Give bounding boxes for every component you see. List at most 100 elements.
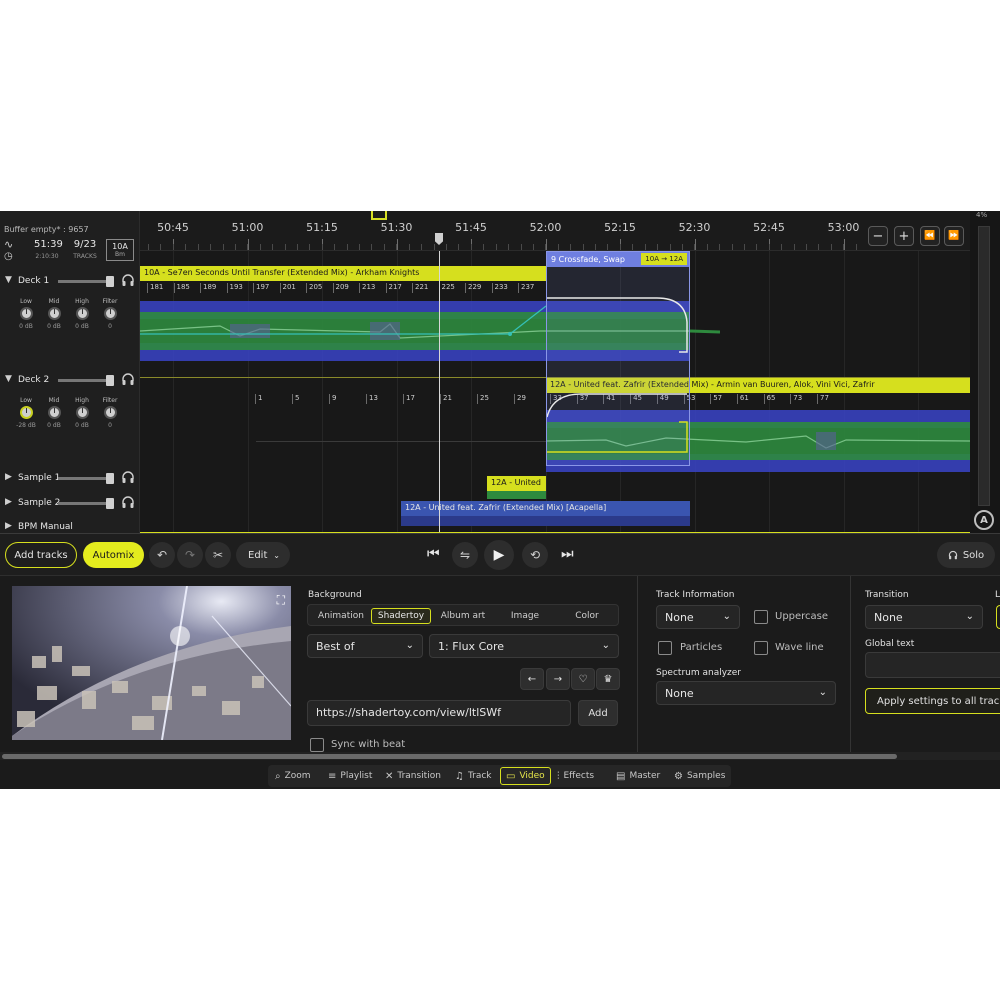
sync-with-beat-checkbox[interactable] <box>310 738 324 752</box>
tab-image[interactable]: Image <box>495 608 555 624</box>
nav-zoom[interactable]: ⌕ Zoom <box>270 767 316 785</box>
scrollbar-thumb[interactable] <box>2 754 897 759</box>
chevron-right-icon[interactable]: ▶ <box>5 497 12 507</box>
ruler-minor-tick <box>223 244 224 250</box>
favorite-heart-icon[interactable]: ♡ <box>571 668 595 690</box>
sample-1-volume-fader[interactable] <box>58 473 114 484</box>
nav-video[interactable]: ▭ Video <box>500 767 551 785</box>
ruler-minor-tick <box>458 244 459 250</box>
transition-extra-select[interactable] <box>996 605 1000 629</box>
tab-color[interactable]: Color <box>557 608 617 624</box>
nav-transition[interactable]: ✕ Transition <box>380 767 446 785</box>
chevron-right-icon[interactable]: ▶ <box>5 472 12 482</box>
tracks-area[interactable]: 10A - Se7en Seconds Until Transfer (Exte… <box>140 251 970 533</box>
previous-shader-icon[interactable]: ← <box>520 668 544 690</box>
shader-category-select[interactable]: Best of ⌄ <box>307 634 423 658</box>
nav-playlist[interactable]: ≡ Playlist <box>323 767 377 785</box>
key-badge[interactable]: 10A Bm <box>106 239 134 261</box>
eq-knob[interactable] <box>19 406 33 419</box>
beat-number: 233 <box>491 283 508 293</box>
add-url-button[interactable]: Add <box>578 700 618 726</box>
loop-marker[interactable] <box>371 211 387 220</box>
particles-checkbox[interactable] <box>658 641 672 655</box>
sample-1-clip[interactable]: 12A - United <box>487 476 546 491</box>
chevron-down-icon[interactable]: ▼ <box>5 275 12 285</box>
eq-knob-label: High <box>75 397 89 404</box>
previous-track-icon[interactable]: ⏮ <box>427 546 440 562</box>
crossfade-header[interactable]: 9 Crossfade, Swap 10A → 12A <box>547 252 689 267</box>
headphones-icon[interactable] <box>121 273 135 287</box>
rewind-button[interactable]: ⏪ <box>920 226 940 246</box>
sample-2-clip[interactable]: 12A - United feat. Zafrir (Extended Mix)… <box>401 501 690 516</box>
eq-knob[interactable] <box>75 307 89 320</box>
chevron-down-icon[interactable]: ▼ <box>5 374 12 384</box>
sample-2-header[interactable]: ▶ Sample 2 <box>0 494 140 514</box>
play-icon[interactable]: ▶ <box>484 540 514 570</box>
nav-track[interactable]: ♫ Track <box>450 767 497 785</box>
fader-handle[interactable] <box>106 498 114 509</box>
forward-button[interactable]: ⏩ <box>944 226 964 246</box>
solo-button[interactable]: Solo <box>937 542 995 568</box>
deck-1-header[interactable]: ▼ Deck 1 <box>0 272 140 292</box>
track-info-select[interactable]: None ⌄ <box>656 605 740 629</box>
deck-2-volume-fader[interactable] <box>58 375 114 386</box>
zoom-in-button[interactable]: + <box>894 226 914 246</box>
sample-1-header[interactable]: ▶ Sample 1 <box>0 469 140 489</box>
horizontal-scrollbar[interactable] <box>0 752 1000 760</box>
eq-knob[interactable] <box>47 307 61 320</box>
eq-knob[interactable] <box>103 406 117 419</box>
apply-to-all-button[interactable]: Apply settings to all tracks <box>865 688 1000 714</box>
sample-1-waveform[interactable] <box>487 491 546 499</box>
fader-handle[interactable] <box>106 473 114 484</box>
uppercase-checkbox[interactable] <box>754 610 768 624</box>
tab-animation[interactable]: Animation <box>311 608 371 624</box>
eq-knob[interactable] <box>19 307 33 320</box>
next-track-icon[interactable]: ⏭ <box>561 546 574 562</box>
eq-knob[interactable] <box>47 406 61 419</box>
fader-handle[interactable] <box>106 375 114 386</box>
deck-2-header[interactable]: ▼ Deck 2 <box>0 371 140 391</box>
shadertoy-url-input[interactable]: https://shadertoy.com/view/ltlSWf <box>307 700 571 726</box>
timeline-ruler[interactable]: 50:45 51:00 51:15 51:30 51:45 52:00 52:15 52:30… <box>140 211 1000 251</box>
spectrum-select[interactable]: None ⌄ <box>656 681 836 705</box>
next-shader-icon[interactable]: → <box>546 668 570 690</box>
edit-dropdown[interactable]: Edit ⌄ <box>236 542 290 568</box>
tab-album-art[interactable]: Album art <box>433 608 493 624</box>
eq-knob[interactable] <box>103 307 117 320</box>
global-text-input[interactable] <box>865 652 1000 678</box>
nav-master[interactable]: ▤ Master <box>611 767 665 785</box>
wave-line-checkbox[interactable] <box>754 641 768 655</box>
nav-samples[interactable]: ⚙ Samples <box>669 767 730 785</box>
deck-1-track-title[interactable]: 10A - Se7en Seconds Until Transfer (Exte… <box>140 266 546 281</box>
sync-icon[interactable]: ⇋ <box>452 542 478 568</box>
tab-shadertoy[interactable]: Shadertoy <box>371 608 431 624</box>
redo-icon[interactable]: ↷ <box>177 542 203 568</box>
ruler-minor-tick <box>173 244 174 250</box>
sample-2-waveform[interactable] <box>401 516 690 526</box>
fullscreen-icon[interactable]: ⛶ <box>277 593 285 608</box>
chevron-right-icon[interactable]: ▶ <box>5 521 12 531</box>
headphones-icon[interactable] <box>121 372 135 386</box>
transition-select[interactable]: None ⌄ <box>865 605 983 629</box>
video-preview[interactable]: ⛶ <box>12 586 291 740</box>
crossfade-curves[interactable] <box>547 292 691 467</box>
sample-2-volume-fader[interactable] <box>58 498 114 509</box>
playhead-line[interactable] <box>439 251 440 533</box>
add-tracks-button[interactable]: Add tracks <box>5 542 77 568</box>
headphones-icon[interactable] <box>121 470 135 484</box>
eq-knob[interactable] <box>75 406 89 419</box>
crossfade-region[interactable]: 9 Crossfade, Swap 10A → 12A <box>546 251 690 466</box>
fader-handle[interactable] <box>106 276 114 287</box>
deck-1-volume-fader[interactable] <box>58 276 114 287</box>
zoom-out-button[interactable]: − <box>868 226 888 246</box>
automix-button[interactable]: Automix <box>83 542 144 568</box>
ruler-minor-tick <box>806 244 807 250</box>
repeat-icon[interactable]: ⟲ <box>522 542 548 568</box>
undo-icon[interactable]: ↶ <box>149 542 175 568</box>
nav-effects[interactable]: ⫶ Effects <box>552 767 599 785</box>
cut-icon[interactable]: ✂ <box>205 542 231 568</box>
shader-select[interactable]: 1: Flux Core ⌄ <box>429 634 619 658</box>
headphones-icon[interactable] <box>121 495 135 509</box>
panel-divider <box>637 576 638 752</box>
crown-icon[interactable]: ♛ <box>596 668 620 690</box>
